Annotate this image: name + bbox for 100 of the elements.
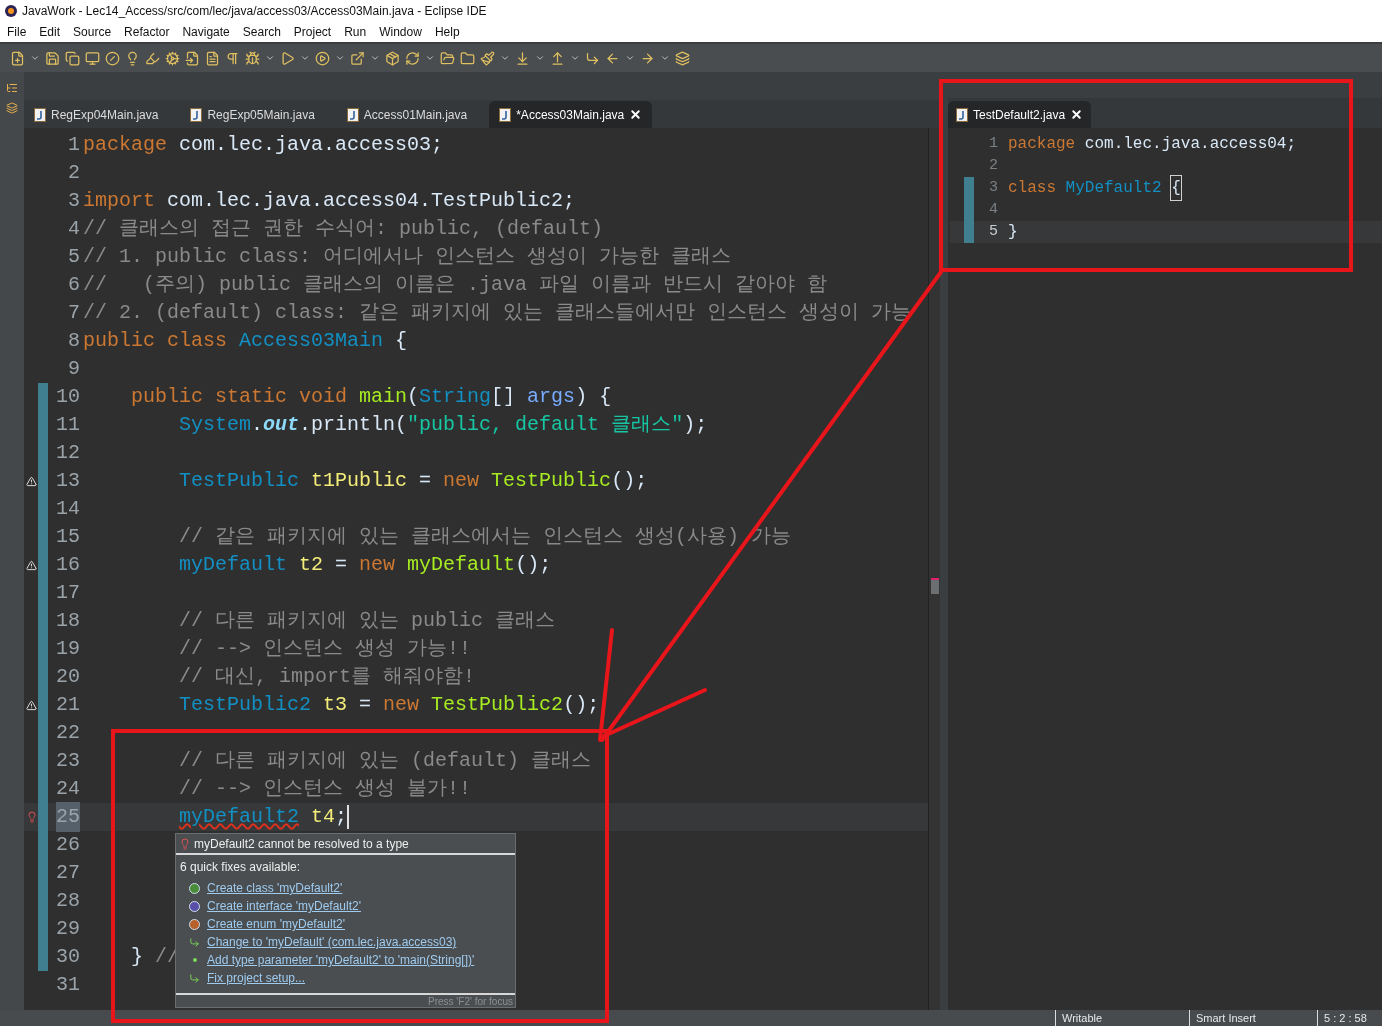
- menu-item[interactable]: Window: [379, 23, 422, 41]
- code-line: TestPublic t1Public = new TestPublic();: [178, 468, 648, 494]
- code-line: import com.lec.java.access04.TestPublic2;: [82, 188, 576, 214]
- java-file-icon: [346, 107, 359, 122]
- run-config-icon[interactable]: [315, 50, 330, 66]
- menu-item[interactable]: Project: [293, 23, 332, 41]
- dropdown-caret-icon[interactable]: [425, 53, 435, 63]
- line-number: 12: [56, 440, 80, 466]
- editor-tab[interactable]: Access01Main.java: [336, 101, 478, 128]
- line-number: 30: [56, 944, 80, 970]
- editor-tab[interactable]: RegExp04Main.java: [24, 101, 169, 128]
- quick-fix-link[interactable]: Fix project setup...: [207, 969, 306, 987]
- pilcrow-icon[interactable]: [225, 50, 240, 66]
- code-line: public static void main(String[] args) {: [130, 384, 612, 410]
- code-line: class MyDefault2 {: [1000, 177, 1181, 199]
- external-tool-icon[interactable]: [350, 50, 365, 66]
- enum-icon: [189, 918, 200, 930]
- line-number: 17: [56, 580, 80, 606]
- line-number: 19: [56, 636, 80, 662]
- window-title: JavaWork - Lec14_Access/src/com/lec/java/access03/Access03Main.java - Eclipse IDE: [22, 3, 487, 20]
- code-line: // 같은 패키지에 있는 클래스에서는 인스턴스 생성(사용) 가능: [178, 524, 792, 550]
- dropdown-caret-icon[interactable]: [335, 53, 345, 63]
- dropdown-caret-icon[interactable]: [535, 53, 545, 63]
- menu-item[interactable]: Edit: [39, 23, 61, 41]
- line-number: 4: [989, 199, 998, 220]
- brush-icon[interactable]: [480, 50, 495, 66]
- line-number: 31: [56, 972, 80, 998]
- editor-tab[interactable]: TestDefault2.java: [948, 101, 1092, 128]
- line-number: 22: [56, 720, 80, 746]
- dropdown-caret-icon[interactable]: [660, 53, 670, 63]
- lightbulb-icon[interactable]: [125, 50, 140, 66]
- quick-fix-link[interactable]: Create interface 'myDefault2': [207, 897, 361, 915]
- line-number: 21: [56, 692, 80, 718]
- editor-tab[interactable]: RegExp05Main.java: [180, 101, 325, 128]
- console-icon[interactable]: [85, 50, 100, 66]
- open-folder-icon[interactable]: [440, 50, 455, 66]
- forward-icon[interactable]: [640, 50, 655, 66]
- java-file-icon: [956, 107, 968, 122]
- dropdown-caret-icon[interactable]: [265, 53, 275, 63]
- highlighter-icon[interactable]: [145, 50, 160, 66]
- menu-item[interactable]: Help: [434, 23, 460, 41]
- dropdown-caret-icon[interactable]: [30, 53, 40, 63]
- code-line: // --> 인스턴스 생성 불가!!: [178, 776, 472, 802]
- line-number: 9: [68, 356, 80, 382]
- overview-marker: [931, 578, 939, 594]
- line-number: 5: [68, 244, 80, 270]
- editor-tab[interactable]: *Access03Main.java: [489, 101, 653, 128]
- dropdown-caret-icon[interactable]: [625, 53, 635, 63]
- quick-fix-link[interactable]: Create enum 'myDefault2': [207, 915, 345, 933]
- debug-icon[interactable]: [245, 50, 260, 66]
- code-line: package com.lec.java.access04;: [1007, 134, 1297, 155]
- interface-icon: [189, 900, 200, 912]
- back-icon[interactable]: [605, 50, 620, 66]
- menu-item[interactable]: Navigate: [182, 23, 230, 41]
- line-number: 3: [989, 177, 998, 198]
- menu-item[interactable]: Run: [344, 23, 367, 41]
- folder-icon[interactable]: [460, 50, 475, 66]
- line-number: 18: [56, 608, 80, 634]
- quick-fix-link[interactable]: Change to 'myDefault' (com.lec.java.access03): [207, 933, 457, 951]
- save-all-icon[interactable]: [65, 50, 80, 66]
- menu-item[interactable]: File: [7, 23, 27, 41]
- problem-message: myDefault2 cannot be resolved to a type: [194, 835, 409, 853]
- line-number: 28: [56, 888, 80, 914]
- quick-fix-link[interactable]: Add type parameter 'myDefault2' to 'main(String[])': [207, 951, 475, 969]
- refresh-icon[interactable]: [405, 50, 420, 66]
- menu-item[interactable]: Refactor: [124, 23, 170, 41]
- line-number: 16: [56, 552, 80, 578]
- warning-icon: [26, 475, 37, 487]
- document-icon[interactable]: [205, 50, 220, 66]
- line-number: 2: [989, 155, 998, 176]
- code-line: // 1. public class: 어디에서나 인스턴스 생성이 가능한 클래스: [82, 244, 732, 270]
- code-line: // 대신, import를 해줘야함!: [178, 664, 476, 690]
- error-lightbulb-icon: [179, 837, 191, 850]
- dropdown-caret-icon[interactable]: [570, 53, 580, 63]
- line-number: 15: [56, 524, 80, 550]
- line-number: 1: [989, 133, 998, 154]
- dropdown-caret-icon[interactable]: [370, 53, 380, 63]
- code-line: TestPublic2 t3 = new TestPublic2();: [178, 692, 600, 718]
- menu-item[interactable]: Search: [242, 23, 281, 41]
- new-file-icon[interactable]: [10, 50, 25, 66]
- close-icon[interactable]: [629, 108, 643, 121]
- dropdown-caret-icon[interactable]: [300, 53, 310, 63]
- dropdown-caret-icon[interactable]: [500, 53, 510, 63]
- line-number: 5: [989, 221, 998, 242]
- gear-icon[interactable]: [165, 50, 180, 66]
- save-icon[interactable]: [45, 50, 60, 66]
- line-number: 8: [68, 328, 80, 354]
- quick-fix-link[interactable]: Create class 'myDefault2': [207, 879, 343, 897]
- line-number: 26: [56, 832, 80, 858]
- run-icon[interactable]: [280, 50, 295, 66]
- package-icon[interactable]: [385, 50, 400, 66]
- status-text: Smart Insert: [1189, 1009, 1317, 1026]
- line-number: 1: [68, 132, 80, 158]
- line-number: 2: [68, 160, 80, 186]
- file-import-icon[interactable]: [185, 50, 200, 66]
- close-icon[interactable]: [1070, 108, 1084, 121]
- line-number: 24: [56, 776, 80, 802]
- menu-item[interactable]: Source: [73, 23, 112, 41]
- quick-fix-heading: 6 quick fixes available:: [179, 859, 302, 876]
- java-file-icon: [190, 107, 203, 122]
